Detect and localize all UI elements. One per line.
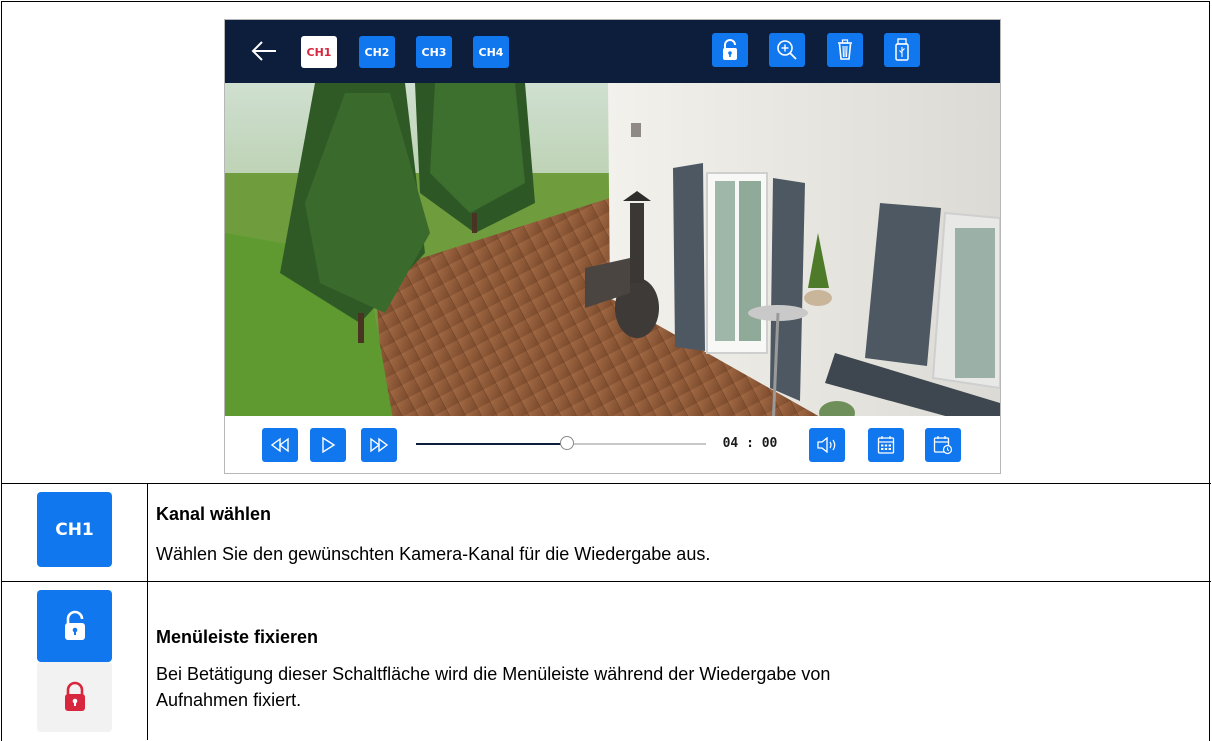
rewind-icon (270, 437, 289, 453)
fast-forward-button[interactable] (361, 428, 397, 462)
usb-icon (895, 38, 909, 61)
calendar-time-button[interactable] (925, 428, 961, 462)
channel-button-ch4[interactable]: CH4 (473, 36, 509, 68)
zoom-button[interactable] (769, 33, 805, 67)
calendar-time-icon (933, 436, 953, 455)
lock-open-icon-example (37, 590, 112, 662)
lock-open-icon (64, 610, 85, 640)
document-table: CH1 CH2 CH3 CH4 04: 00 CH1 Kanal wählen… (0, 0, 1212, 741)
column-divider (147, 483, 148, 740)
row-description-channel: Wählen Sie den gewünschten Kamera-Kanal … (156, 544, 711, 564)
play-button[interactable] (310, 428, 346, 462)
rewind-button[interactable] (262, 428, 298, 462)
device-screenshot: CH1 CH2 CH3 CH4 04: 00 (224, 19, 1001, 474)
play-icon (322, 436, 336, 454)
row-divider (1, 483, 1211, 484)
usb-export-button[interactable] (884, 33, 920, 67)
calendar-icon (877, 436, 895, 454)
playback-time: 04 : 00 (722, 436, 778, 451)
row-description-lock-line1: Bei Betätigung dieser Schaltfläche wird … (156, 664, 831, 684)
top-menu-bar: CH1 CH2 CH3 CH4 (225, 20, 1000, 83)
delete-button[interactable] (827, 33, 863, 67)
progress-fill (416, 443, 567, 445)
lock-open-icon (723, 39, 737, 60)
zoom-in-icon (777, 40, 797, 60)
channel-button-ch2[interactable]: CH2 (359, 36, 395, 68)
volume-icon (817, 437, 836, 453)
playback-control-bar: 04 : 00 (225, 416, 1000, 473)
row-title-lock: Menüleiste fixieren (156, 627, 319, 647)
back-arrow-icon[interactable] (249, 38, 279, 64)
channel-button-ch3[interactable]: CH3 (416, 36, 452, 68)
trash-icon (838, 39, 852, 60)
channel-icon-example: CH1 (37, 492, 112, 567)
lock-button[interactable] (712, 33, 748, 67)
fast-forward-icon (370, 437, 389, 453)
row-description-lock-line2: Aufnahmen fixiert. (156, 690, 302, 710)
row-divider (1, 581, 1211, 582)
camera-playback-image (225, 83, 1000, 431)
calendar-button[interactable] (868, 428, 904, 462)
lock-closed-icon (64, 681, 85, 711)
volume-button[interactable] (809, 428, 845, 462)
progress-track[interactable] (416, 436, 706, 450)
lock-closed-icon-example (37, 662, 112, 732)
progress-knob[interactable] (559, 436, 574, 450)
channel-button-ch1[interactable]: CH1 (301, 36, 337, 68)
row-title-channel: Kanal wählen (156, 504, 272, 524)
